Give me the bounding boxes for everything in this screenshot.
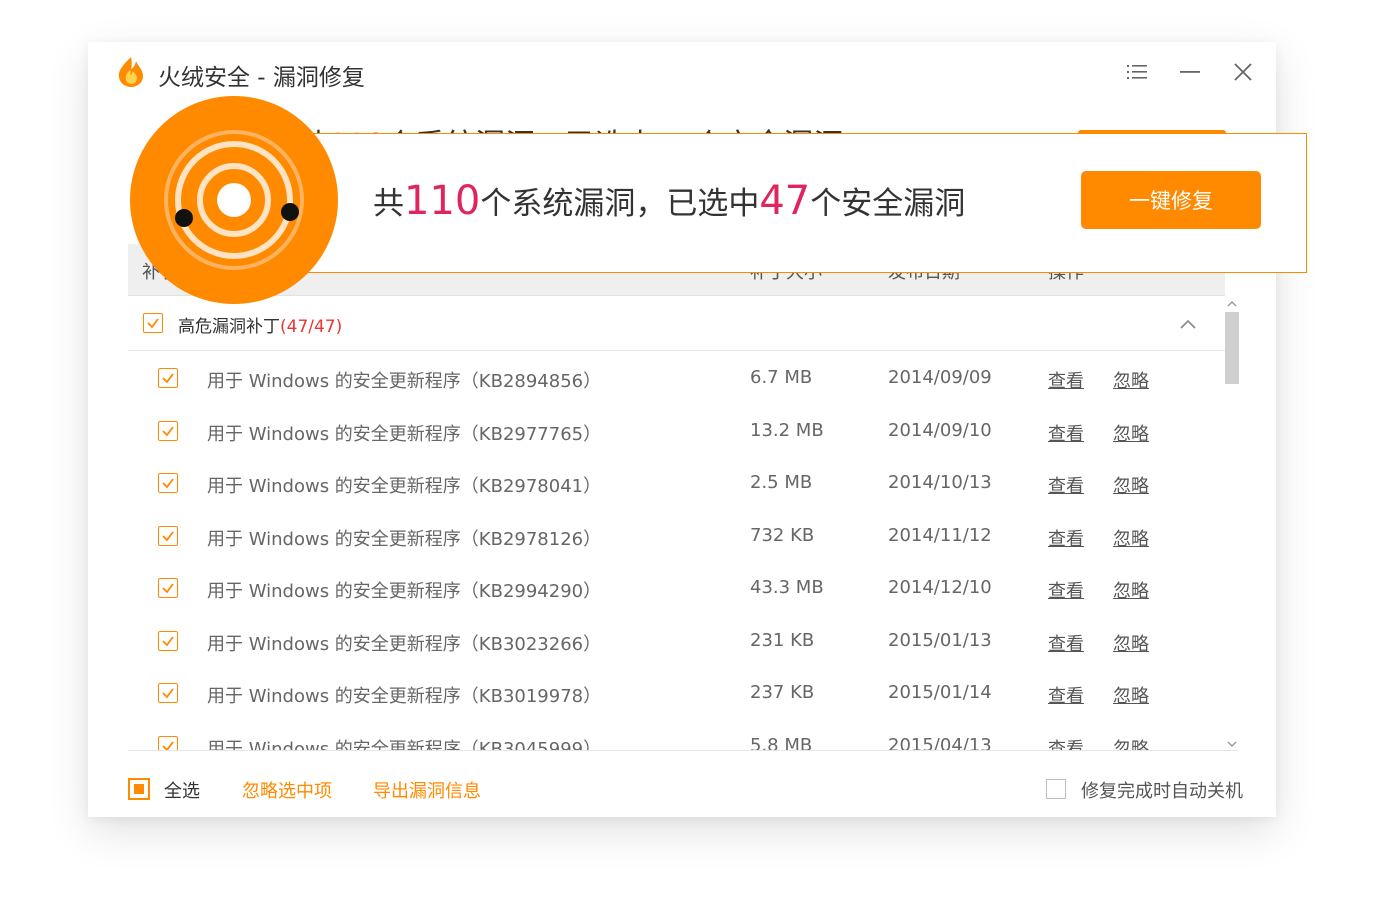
patch-name: 用于 Windows 的安全更新程序（KB2977765） <box>207 423 602 445</box>
summary-text: 共110个系统漏洞，已选中47个安全漏洞 <box>373 178 966 224</box>
patch-date: 2014/12/10 <box>888 577 992 598</box>
patch-size: 732 KB <box>750 524 815 546</box>
view-link[interactable]: 查看 <box>1048 472 1084 498</box>
patch-date: 2015/04/13 <box>888 734 992 751</box>
view-link[interactable]: 查看 <box>1048 420 1084 446</box>
patch-date: 2014/11/12 <box>888 524 992 546</box>
row-checkbox[interactable] <box>158 630 178 651</box>
ignore-link[interactable]: 忽略 <box>1113 367 1149 393</box>
ignore-selected-link[interactable]: 忽略选中项 <box>242 777 332 803</box>
patch-name: 用于 Windows 的安全更新程序（KB2994290） <box>207 581 602 602</box>
patch-name: 用于 Windows 的安全更新程序（KB3019978） <box>207 686 602 707</box>
group-label: 高危漏洞补丁(47/47) <box>178 317 343 337</box>
ignore-link[interactable]: 忽略 <box>1113 577 1149 603</box>
patch-name: 用于 Windows 的安全更新程序（KB3023266） <box>207 633 602 655</box>
chevron-up-icon[interactable] <box>1180 314 1196 333</box>
patch-name: 用于 Windows 的安全更新程序（KB2894856） <box>207 371 602 392</box>
patch-size: 231 KB <box>750 629 815 651</box>
partial-check-mark <box>134 784 144 794</box>
view-link[interactable]: 查看 <box>1048 577 1084 603</box>
radar-scan-icon <box>130 96 338 304</box>
row-checkbox[interactable] <box>158 735 178 750</box>
scrollbar-thumb[interactable] <box>1225 312 1239 384</box>
table-row[interactable]: 用于 Windows 的安全更新程序（KB3045999） 5.8 MB 201… <box>128 720 1225 751</box>
ignore-link[interactable]: 忽略 <box>1113 420 1149 446</box>
row-checkbox[interactable] <box>158 473 178 493</box>
footer-divider <box>128 750 1238 751</box>
auto-shutdown-label[interactable]: 修复完成时自动关机 <box>1081 777 1243 803</box>
view-link[interactable]: 查看 <box>1048 735 1084 751</box>
patch-date: 2014/09/09 <box>888 367 992 388</box>
table-row[interactable]: 用于 Windows 的安全更新程序（KB2978041） 2.5 MB 201… <box>128 457 1225 510</box>
window-title: 火绒安全 - 漏洞修复 <box>158 65 365 91</box>
ignore-link[interactable]: 忽略 <box>1113 472 1149 498</box>
table-row[interactable]: 用于 Windows 的安全更新程序（KB3019978） 237 KB 201… <box>128 667 1225 720</box>
patch-name: 用于 Windows 的安全更新程序（KB2978041） <box>207 476 602 497</box>
row-checkbox[interactable] <box>158 525 178 546</box>
patch-name: 用于 Windows 的安全更新程序（KB2978126） <box>207 528 602 550</box>
export-info-link[interactable]: 导出漏洞信息 <box>373 777 481 803</box>
patch-name: 用于 Windows 的安全更新程序（KB3045999） <box>207 738 602 751</box>
ignore-link[interactable]: 忽略 <box>1113 630 1149 656</box>
patch-date: 2015/01/13 <box>888 629 992 651</box>
patch-size: 13.2 MB <box>750 419 824 441</box>
patch-date: 2014/10/13 <box>888 472 992 493</box>
close-icon[interactable] <box>1227 56 1259 88</box>
patch-size: 43.3 MB <box>750 577 824 598</box>
table-row[interactable]: 用于 Windows 的安全更新程序（KB2994290） 43.3 MB 20… <box>128 562 1225 615</box>
minimize-icon[interactable] <box>1174 56 1206 88</box>
patch-size: 237 KB <box>750 682 815 703</box>
patch-list: 高危漏洞补丁(47/47) 用于 Windows 的安全更新程序（KB28948… <box>128 296 1238 750</box>
ignore-link[interactable]: 忽略 <box>1113 525 1149 551</box>
ignore-link[interactable]: 忽略 <box>1113 682 1149 708</box>
auto-shutdown-checkbox[interactable] <box>1046 779 1066 799</box>
patch-date: 2015/01/14 <box>888 682 992 703</box>
table-row[interactable]: 用于 Windows 的安全更新程序（KB2977765） 13.2 MB 20… <box>128 405 1225 458</box>
scroll-up-icon[interactable] <box>1225 296 1239 310</box>
menu-list-icon[interactable] <box>1121 56 1153 88</box>
summary-callout: 共110个系统漏洞，已选中47个安全漏洞 一键修复 <box>236 133 1307 273</box>
row-checkbox[interactable] <box>158 578 178 598</box>
view-link[interactable]: 查看 <box>1048 367 1084 393</box>
ignore-link[interactable]: 忽略 <box>1113 735 1149 751</box>
patch-date: 2014/09/10 <box>888 419 992 441</box>
patch-size: 2.5 MB <box>750 472 813 493</box>
patch-size: 5.8 MB <box>750 734 813 751</box>
table-row[interactable]: 用于 Windows 的安全更新程序（KB2894856） 6.7 MB 201… <box>128 352 1225 405</box>
group-checkbox[interactable] <box>143 313 163 333</box>
title-bar: 火绒安全 - 漏洞修复 <box>88 42 1276 102</box>
row-checkbox[interactable] <box>158 420 178 441</box>
row-checkbox[interactable] <box>158 683 178 703</box>
patch-size: 6.7 MB <box>750 367 813 388</box>
select-all-label[interactable]: 全选 <box>164 777 200 803</box>
scroll-down-icon[interactable] <box>1225 736 1239 750</box>
table-row[interactable]: 用于 Windows 的安全更新程序（KB3023266） 231 KB 201… <box>128 615 1225 668</box>
select-all-checkbox[interactable] <box>128 778 150 800</box>
table-row[interactable]: 用于 Windows 的安全更新程序（KB2978126） 732 KB 201… <box>128 510 1225 563</box>
huorong-flame-icon <box>116 56 146 88</box>
one-click-fix-button[interactable]: 一键修复 <box>1081 171 1261 229</box>
view-link[interactable]: 查看 <box>1048 525 1084 551</box>
row-checkbox[interactable] <box>158 368 178 388</box>
view-link[interactable]: 查看 <box>1048 630 1084 656</box>
view-link[interactable]: 查看 <box>1048 682 1084 708</box>
